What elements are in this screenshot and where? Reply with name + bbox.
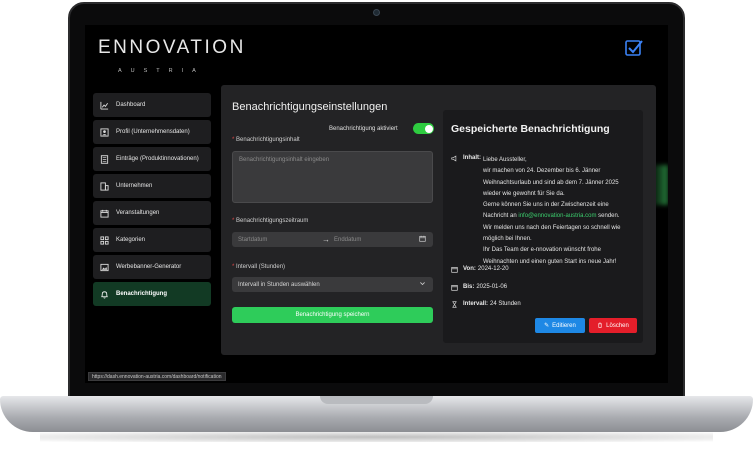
message-line: wir machen von 24. Dezember bis 6. Jänne…: [483, 168, 601, 175]
save-button[interactable]: Benachrichtigung speichern: [232, 307, 433, 323]
interval-row: Intervall: 24 Stunden: [451, 301, 521, 310]
interval-row-label: Intervall:: [463, 301, 489, 307]
calendar-icon[interactable]: [419, 235, 433, 244]
message-text: senden.: [598, 213, 620, 220]
sidebar-item-notification[interactable]: Benachrichtigung: [93, 282, 211, 306]
sidebar-item-entries[interactable]: Einträge (Produktinnovationen): [93, 147, 211, 171]
profile-icon: [100, 127, 109, 137]
period-label-text: Benachrichtigungszeitraum: [236, 218, 309, 224]
check-square-icon[interactable]: [624, 38, 644, 58]
interval-label: * Intervall (Stunden): [232, 264, 285, 270]
logo-sub: AUSTRIA: [118, 68, 205, 74]
calendar-icon: [451, 266, 459, 275]
message-line: Weihnachtsurlaub und sind ab dem 7. Jänn…: [483, 179, 619, 186]
from-value: 2024-12-20: [477, 266, 509, 272]
grid-icon: [100, 235, 109, 245]
content-textarea[interactable]: Benachrichtigungsinhalt eingeben: [232, 151, 433, 203]
interval-select[interactable]: Intervall in Stunden auswählen: [232, 277, 433, 292]
trash-icon: [597, 322, 603, 330]
sidebar-item-banner-generator[interactable]: Werbebanner-Generator: [93, 255, 211, 279]
required-marker: *: [232, 137, 235, 143]
saved-message: Liebe Aussteller, wir machen von 24. Dez…: [483, 155, 643, 268]
edit-label: Editieren: [552, 322, 576, 329]
end-date-input[interactable]: Enddatum: [334, 237, 419, 243]
bell-icon: [100, 290, 109, 299]
sidebar-item-label: Kategorien: [116, 237, 146, 243]
sidebar-item-companies[interactable]: Unternehmen: [93, 174, 211, 198]
sidebar-item-label: Unternehmen: [116, 183, 153, 189]
period-label: * Benachrichtigungszeitraum: [232, 218, 308, 224]
toggle-label: Benachrichtigung aktiviert: [329, 126, 398, 132]
from-row: Von: 2024-12-20: [451, 266, 509, 275]
camera: [373, 9, 380, 16]
screen: ENNOVATION AUSTRIA Dashboard Profil (Unt…: [85, 25, 668, 383]
calendar-icon: [100, 209, 109, 218]
pencil-icon: ✎: [544, 323, 550, 329]
interval-select-value: Intervall in Stunden auswählen: [238, 281, 320, 288]
delete-button[interactable]: Löschen: [589, 318, 637, 333]
sidebar-item-label: Veranstaltungen: [116, 210, 160, 216]
required-marker: *: [232, 264, 235, 270]
message-line: Ihr Das Team der e-nnovation wünscht fro…: [483, 247, 601, 254]
saved-title: Gespeicherte Benachrichtigung: [451, 123, 610, 135]
message-line-contact: Nachricht an info@ennovation-austria.com…: [483, 211, 643, 222]
hourglass-icon: [451, 301, 459, 310]
megaphone-icon: [451, 155, 459, 164]
to-label: Bis:: [463, 284, 475, 290]
start-date-input[interactable]: Startdatum: [232, 237, 322, 243]
from-label: Von:: [463, 266, 476, 272]
content-placeholder: Benachrichtigungsinhalt eingeben: [239, 157, 330, 163]
edit-button[interactable]: ✎ Editieren: [535, 318, 585, 333]
notification-toggle[interactable]: [413, 123, 434, 134]
chevron-down-icon: [419, 280, 433, 289]
interval-label-text: Intervall (Stunden): [236, 264, 286, 270]
email-link[interactable]: info@ennovation-austria.com: [518, 213, 596, 219]
content-row-label: Inhalt:: [463, 155, 481, 161]
to-row: Bis: 2025-01-06: [451, 284, 507, 293]
laptop-shadow: [40, 432, 713, 442]
sidebar-item-profile[interactable]: Profil (Unternehmensdaten): [93, 120, 211, 144]
page-title: Benachrichtigungseinstellungen: [232, 101, 388, 113]
content-label-text: Benachrichtigungsinhalt: [236, 137, 300, 143]
date-range-picker[interactable]: Startdatum → Enddatum: [232, 232, 433, 247]
message-line: möglich bei Ihnen.: [483, 236, 532, 243]
content-row: Inhalt:: [451, 155, 483, 164]
content-label: * Benachrichtigungsinhalt: [232, 137, 300, 143]
delete-label: Löschen: [606, 322, 629, 329]
required-marker: *: [232, 218, 235, 224]
message-line: Liebe Aussteller,: [483, 157, 527, 163]
message-line: wieder wie gewohnt für Sie da.: [483, 190, 565, 197]
sidebar: Dashboard Profil (Unternehmensdaten) Ein…: [93, 93, 211, 309]
sidebar-item-label: Dashboard: [116, 102, 146, 108]
list-icon: [100, 154, 109, 164]
message-text: Nachricht an: [483, 213, 517, 220]
sidebar-item-events[interactable]: Veranstaltungen: [93, 201, 211, 225]
chart-icon: [100, 101, 109, 110]
sidebar-item-label: Einträge (Produktinnovationen): [116, 156, 199, 162]
logo[interactable]: ENNOVATION AUSTRIA: [98, 37, 246, 74]
laptop-notch: [320, 396, 433, 404]
main-panel: Benachrichtigungseinstellungen Benachric…: [221, 85, 656, 355]
message-line: Gerne können Sie uns in der Zwischenzeit…: [483, 202, 609, 209]
building-icon: [100, 181, 109, 191]
to-value: 2025-01-06: [476, 284, 508, 290]
sidebar-item-dashboard[interactable]: Dashboard: [93, 93, 211, 117]
message-line: Wir melden uns nach den Feiertagen so sc…: [483, 224, 621, 231]
calendar-icon: [451, 284, 459, 293]
image-icon: [100, 263, 109, 272]
logo-main: ENNOVATION: [98, 37, 246, 58]
interval-row-value: 24 Stunden: [490, 301, 521, 307]
sidebar-item-label: Benachrichtigung: [116, 291, 168, 297]
arrow-right-icon: →: [322, 235, 330, 244]
sidebar-item-categories[interactable]: Kategorien: [93, 228, 211, 252]
saved-notification-card: Gespeicherte Benachrichtigung Inhalt: Li…: [443, 110, 643, 343]
toggle-knob: [424, 124, 433, 133]
status-url: https://dash.ennovation-austria.com/dash…: [88, 372, 226, 381]
sidebar-item-label: Profil (Unternehmensdaten): [116, 129, 190, 135]
sidebar-item-label: Werbebanner-Generator: [116, 264, 182, 270]
